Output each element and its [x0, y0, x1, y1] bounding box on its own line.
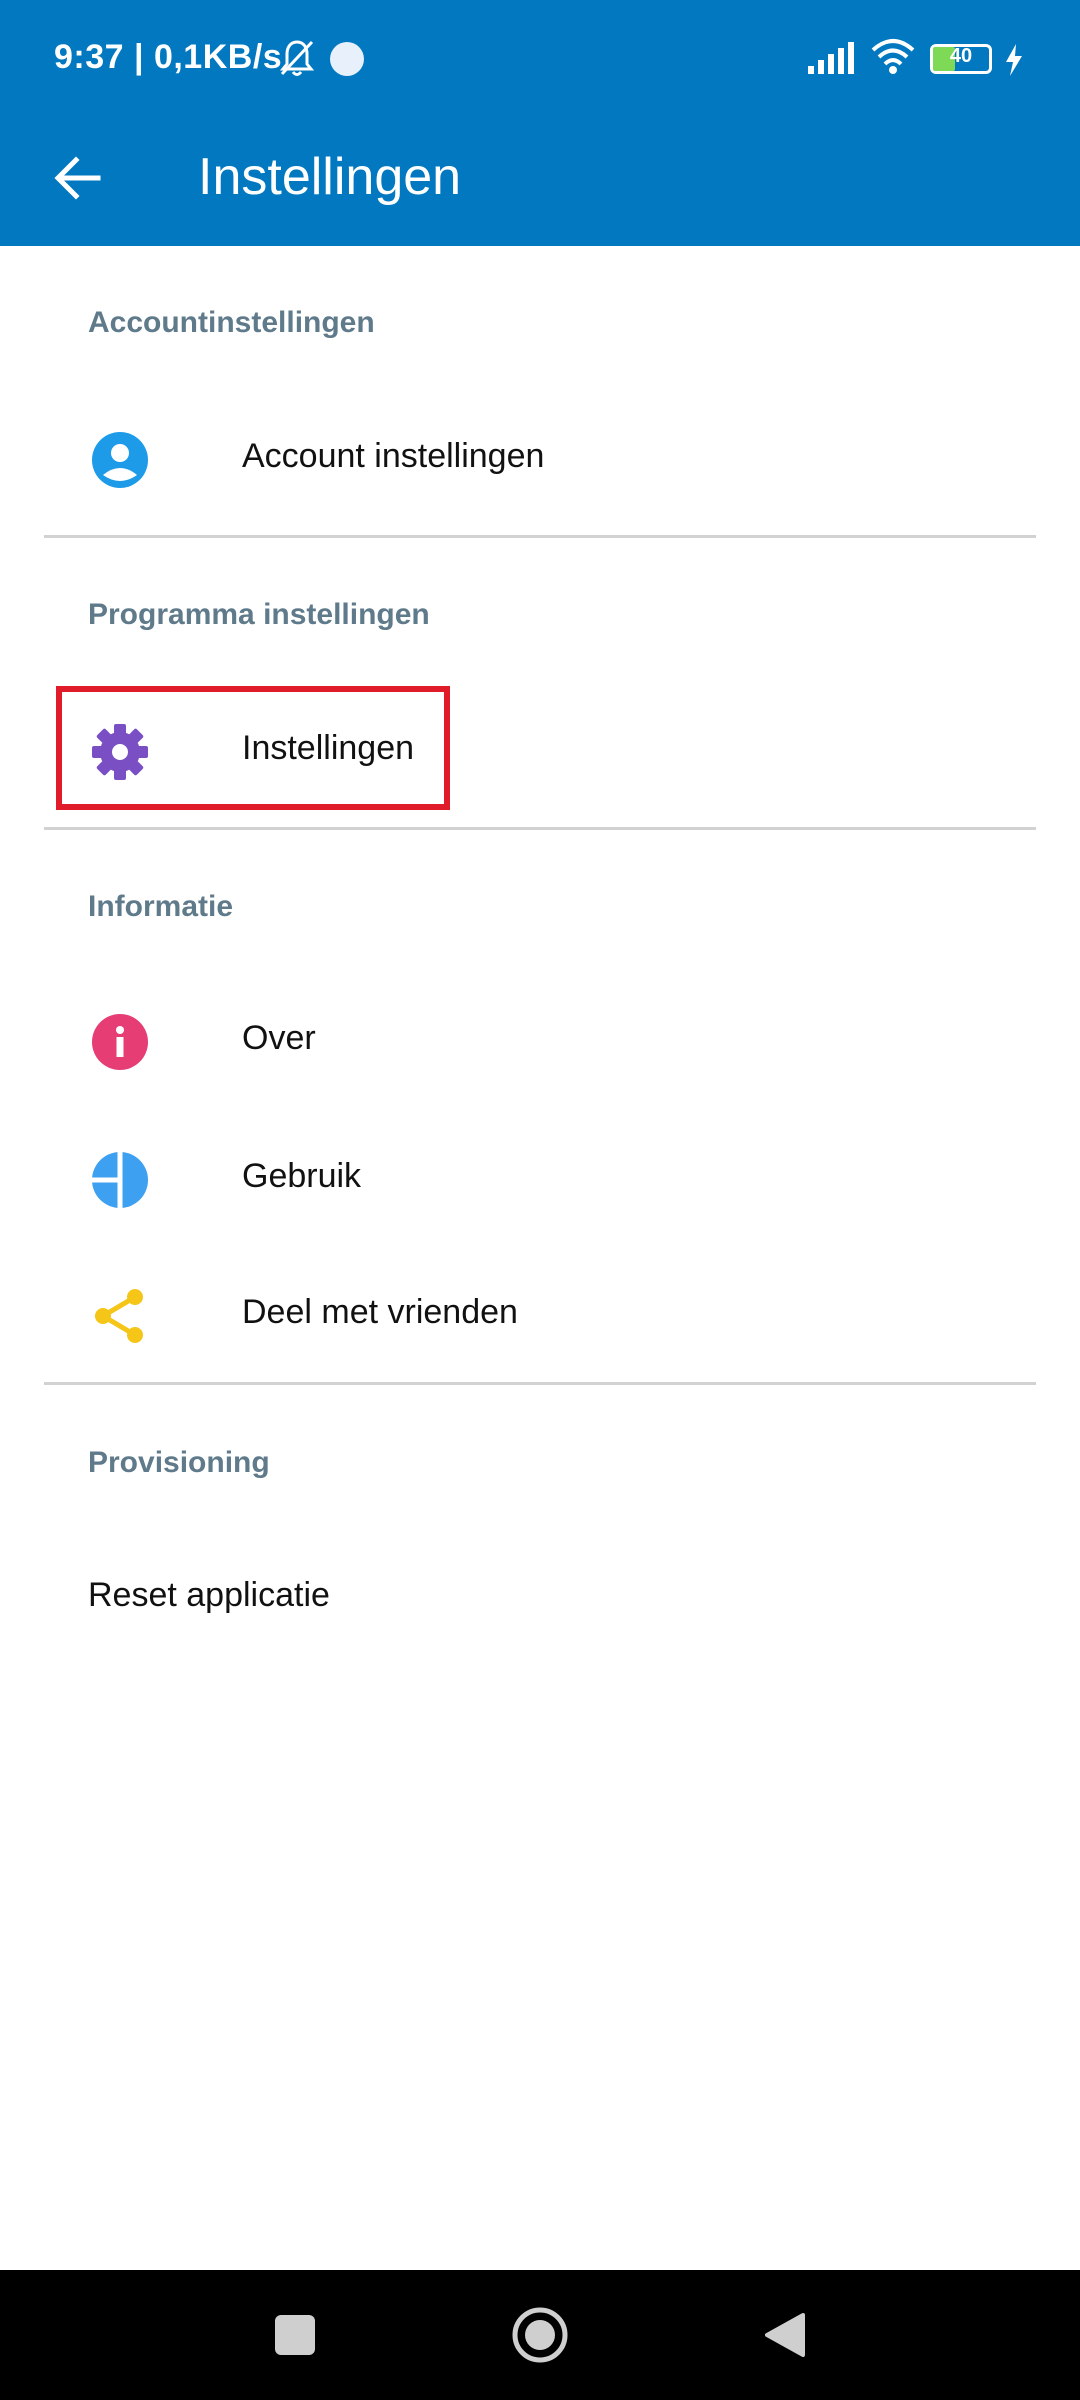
- bell-muted-icon: [279, 40, 315, 76]
- settings-item-gebruik[interactable]: Gebruik: [0, 1110, 1080, 1246]
- notification-dot-icon: [330, 42, 364, 76]
- divider: [44, 1382, 1036, 1385]
- divider: [44, 535, 1036, 538]
- wifi-icon: [871, 39, 915, 74]
- reset-app-button[interactable]: Reset applicatie: [88, 1576, 330, 1615]
- battery-icon: 40: [930, 44, 992, 74]
- arrow-back-icon: [54, 156, 101, 200]
- settings-item-label: Deel met vrienden: [242, 1293, 518, 1331]
- app-bar: 9:37 | 0,1KB/s 40 Instellingen: [0, 0, 1080, 246]
- info-icon: [88, 1010, 152, 1074]
- page-title: Instellingen: [198, 148, 462, 206]
- settings-item-account[interactable]: Account instellingen: [0, 390, 1080, 526]
- settings-item-deel[interactable]: Deel met vrienden: [0, 1246, 1080, 1382]
- home-circle-icon: [512, 2307, 568, 2363]
- section-header-provisioning: Provisioning: [88, 1446, 270, 1479]
- settings-item-label: Account instellingen: [242, 437, 545, 475]
- home-button[interactable]: [505, 2300, 575, 2370]
- back-triangle-icon: [765, 2313, 805, 2357]
- section-header-info: Informatie: [88, 890, 234, 923]
- settings-item-over[interactable]: Over: [0, 972, 1080, 1108]
- battery-level: 40: [949, 45, 973, 67]
- status-time: 9:37 | 0,1KB/s: [54, 38, 283, 76]
- divider: [44, 827, 1036, 830]
- recents-square-icon: [275, 2315, 315, 2355]
- signal-icon: [808, 42, 854, 74]
- back-nav-button[interactable]: [750, 2300, 820, 2370]
- share-icon: [88, 1284, 152, 1348]
- section-header-account: Accountinstellingen: [88, 306, 375, 339]
- account-circle-icon: [88, 428, 152, 492]
- settings-item-label: Over: [242, 1019, 316, 1057]
- status-bar: 9:37 | 0,1KB/s 40: [0, 0, 1080, 122]
- charging-bolt-icon: [1006, 44, 1022, 76]
- usage-pie-icon: [88, 1148, 152, 1212]
- settings-item-label: Gebruik: [242, 1157, 362, 1195]
- recents-button[interactable]: [260, 2300, 330, 2370]
- system-nav-bar: [0, 2270, 1080, 2400]
- section-header-program: Programma instellingen: [88, 598, 430, 631]
- back-button[interactable]: [36, 136, 120, 220]
- highlight-box: [56, 686, 450, 810]
- toolbar: Instellingen: [0, 122, 1080, 246]
